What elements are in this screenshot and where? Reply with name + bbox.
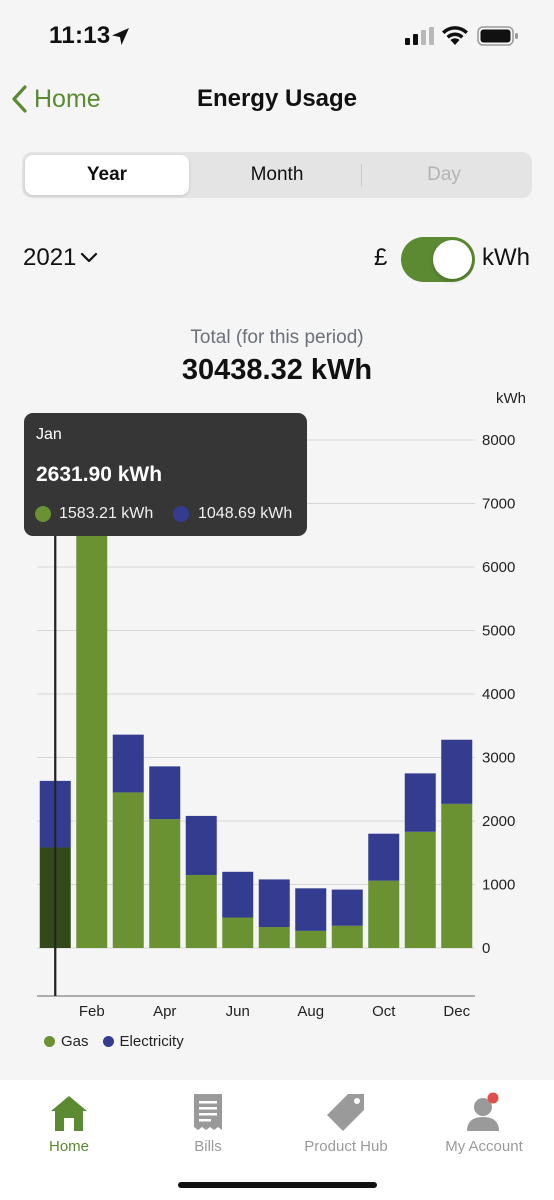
bar-electricity-jul (258, 879, 290, 928)
currency-label: £ (374, 244, 388, 271)
unit-label: kWh (482, 244, 530, 271)
chart-tooltip: Jan 2631.90 kWh 1583.21 kWh 1048.69 kWh (24, 413, 307, 536)
page-title: Energy Usage (196, 85, 358, 112)
bar-gas-jul (258, 927, 290, 948)
bar-gas-mar (112, 792, 144, 948)
bar-electricity-aug (295, 888, 327, 931)
bar-gas-jun (222, 917, 254, 948)
legend-item-gas[interactable]: Gas (44, 1033, 89, 1050)
segment-year[interactable]: Year (25, 155, 189, 195)
bar-gas-apr (149, 819, 181, 948)
house-icon (51, 1096, 87, 1131)
cellular-signal-icon (405, 27, 434, 45)
status-time: 11:13 (49, 22, 111, 49)
bar-electricity-mar (112, 734, 144, 793)
bar-gas-dec (441, 803, 473, 948)
y-tick-label: 2000 (482, 813, 515, 830)
year-dropdown[interactable]: 2021 (23, 244, 98, 272)
y-tick-label: 7000 (482, 496, 515, 513)
year-value: 2021 (23, 244, 77, 271)
x-tick-label: Oct (372, 1003, 396, 1020)
bar-electricity-may (185, 815, 217, 875)
chevron-down-icon (81, 252, 98, 263)
home-indicator (178, 1182, 377, 1188)
tab-product-hub-label: Product Hub (304, 1138, 388, 1155)
tooltip-gas-dot (35, 506, 51, 522)
tooltip-total: 2631.90 kWh (36, 463, 163, 486)
tooltip-electricity-value: 1048.69 kWh (198, 505, 293, 522)
y-tick-label: 3000 (482, 750, 515, 767)
chart-legend: Gas Electricity (44, 1033, 198, 1050)
tooltip-electricity-dot (173, 506, 189, 522)
tab-my-account-label: My Account (445, 1138, 523, 1155)
bar-gas-aug (295, 930, 327, 948)
tab-bills[interactable]: Bills (139, 1088, 277, 1155)
bar-gas-oct (368, 880, 400, 948)
legend-gas-label: Gas (61, 1033, 89, 1050)
bar-gas-nov (404, 831, 436, 948)
y-tick-label: 6000 (482, 559, 515, 576)
bar-gas-may (185, 874, 217, 948)
segment-month[interactable]: Month (195, 155, 359, 195)
legend-electricity-dot (102, 1036, 114, 1047)
tag-icon (327, 1094, 364, 1131)
bar-electricity-nov (404, 773, 436, 832)
bar-electricity-oct (368, 833, 400, 881)
tab-home[interactable]: Home (0, 1088, 138, 1155)
wifi-icon (442, 26, 468, 45)
y-axis-unit-label: kWh (496, 390, 526, 407)
y-tick-label: 0 (482, 940, 490, 957)
legend-item-electricity[interactable]: Electricity (102, 1033, 184, 1050)
toggle-knob (433, 240, 472, 279)
bar-gas-sep (331, 925, 363, 948)
period-segmented-control: Year Month Day (22, 152, 532, 198)
unit-toggle[interactable] (401, 237, 475, 282)
legend-gas-dot (44, 1036, 55, 1047)
x-tick-label: Feb (79, 1003, 105, 1020)
segment-day[interactable]: Day (362, 155, 526, 195)
person-icon (467, 1092, 499, 1131)
x-tick-label: Dec (443, 1003, 470, 1020)
x-tick-label: Apr (153, 1003, 176, 1020)
tab-product-hub[interactable]: Product Hub (277, 1088, 415, 1155)
bar-electricity-jun (222, 871, 254, 918)
location-arrow-icon (112, 28, 129, 45)
x-tick-label: Aug (297, 1003, 324, 1020)
tooltip-gas-value: 1583.21 kWh (59, 505, 154, 522)
battery-icon (477, 26, 518, 46)
tooltip-month: Jan (36, 426, 62, 443)
bar-electricity-apr (149, 766, 181, 820)
bar-electricity-sep (331, 889, 363, 926)
y-tick-label: 4000 (482, 686, 515, 703)
bar-gas-feb (76, 503, 108, 948)
y-tick-label: 5000 (482, 623, 515, 640)
tab-home-label: Home (48, 1138, 89, 1155)
x-tick-label: Jun (226, 1003, 250, 1020)
legend-electricity-label: Electricity (119, 1033, 184, 1050)
y-tick-label: 8000 (482, 432, 515, 449)
status-bar: 11:13 (0, 0, 554, 72)
receipt-icon (194, 1094, 222, 1130)
total-label: Total (for this period) (190, 327, 364, 348)
y-tick-label: 1000 (482, 877, 515, 894)
tab-my-account[interactable]: My Account (415, 1088, 553, 1155)
bar-electricity-dec (441, 739, 473, 804)
tab-bills-label: Bills (194, 1138, 222, 1155)
